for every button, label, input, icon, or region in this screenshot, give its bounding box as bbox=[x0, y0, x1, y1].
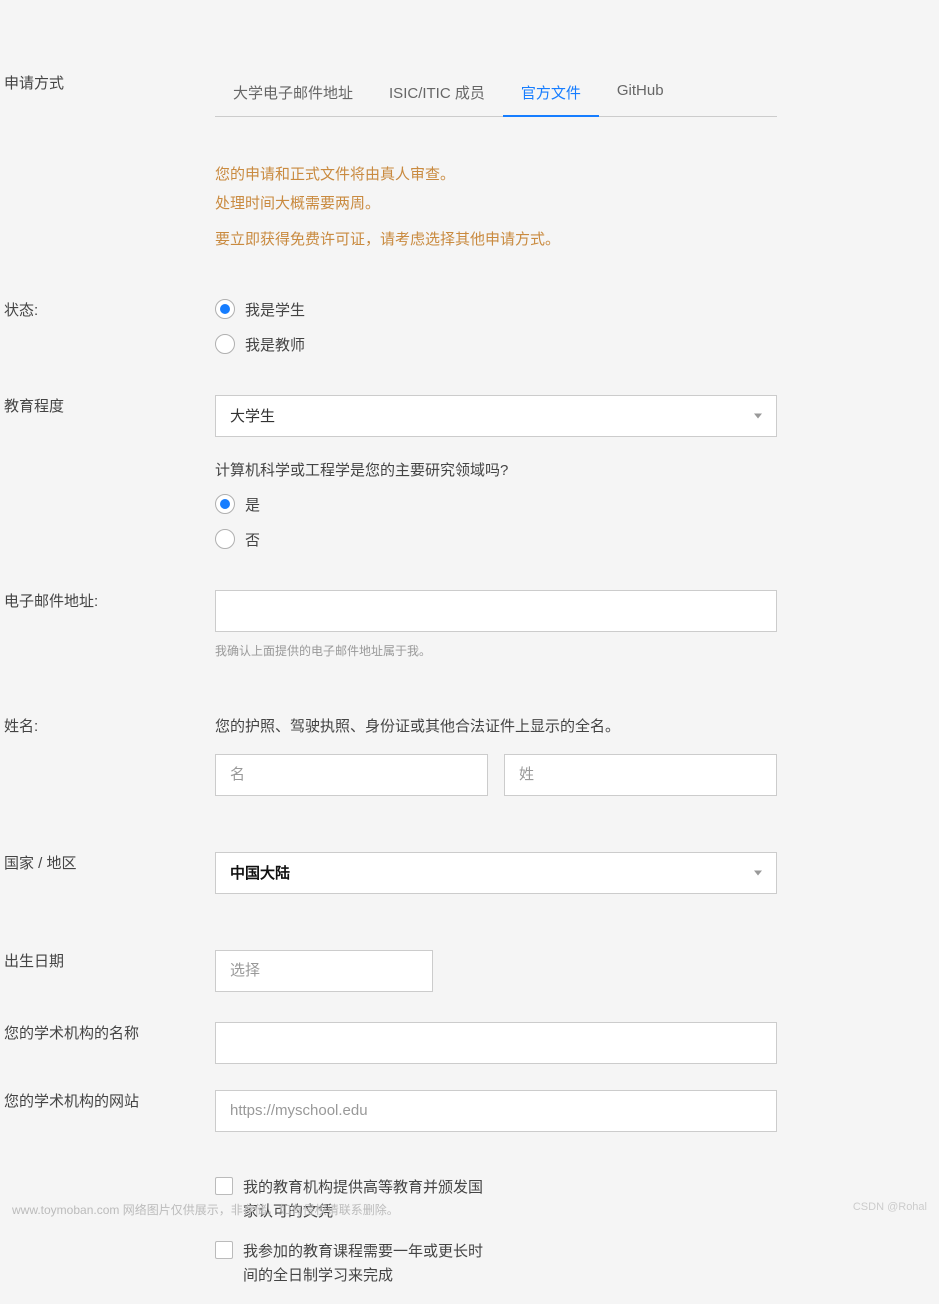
radio-circle-icon bbox=[215, 494, 235, 514]
radio-circle-icon bbox=[215, 529, 235, 549]
chevron-down-icon bbox=[754, 413, 762, 418]
name-label: 姓名: bbox=[0, 715, 215, 736]
review-notice: 您的申请和正式文件将由真人审查。 处理时间大概需要两周。 要立即获得免费许可证，… bbox=[215, 161, 777, 255]
name-hint: 您的护照、驾驶执照、身份证或其他合法证件上显示的全名。 bbox=[215, 715, 777, 736]
status-radio-group: 我是学生 我是教师 bbox=[215, 299, 777, 355]
checkbox-icon bbox=[215, 1241, 233, 1259]
radio-student-label: 我是学生 bbox=[245, 299, 305, 320]
notice-line-1: 您的申请和正式文件将由真人审查。 bbox=[215, 161, 777, 190]
radio-student[interactable]: 我是学生 bbox=[215, 299, 777, 320]
tab-university-email[interactable]: 大学电子邮件地址 bbox=[215, 72, 371, 117]
radio-teacher[interactable]: 我是教师 bbox=[215, 334, 777, 355]
tab-official-document[interactable]: 官方文件 bbox=[503, 72, 599, 117]
application-method-label: 申请方式 bbox=[0, 72, 215, 93]
country-value: 中国大陆 bbox=[230, 862, 290, 883]
institution-website-input[interactable] bbox=[215, 1090, 777, 1132]
first-name-input[interactable] bbox=[215, 754, 488, 796]
country-region-label: 国家 / 地区 bbox=[0, 852, 215, 873]
last-name-input[interactable] bbox=[504, 754, 777, 796]
tab-isic-itic[interactable]: ISIC/ITIC 成员 bbox=[371, 72, 503, 117]
education-level-select[interactable]: 大学生 bbox=[215, 395, 777, 437]
country-select[interactable]: 中国大陆 bbox=[215, 852, 777, 894]
radio-teacher-label: 我是教师 bbox=[245, 334, 305, 355]
notice-line-2: 处理时间大概需要两周。 bbox=[215, 190, 777, 219]
status-label: 状态: bbox=[0, 299, 215, 320]
radio-yes-label: 是 bbox=[245, 494, 260, 515]
education-level-value: 大学生 bbox=[230, 405, 275, 426]
checkbox-icon bbox=[215, 1177, 233, 1195]
radio-circle-icon bbox=[215, 299, 235, 319]
radio-cs-no[interactable]: 否 bbox=[215, 529, 777, 550]
cs-radio-group: 是 否 bbox=[215, 494, 777, 550]
chevron-down-icon bbox=[754, 870, 762, 875]
email-helper-text: 我确认上面提供的电子邮件地址属于我。 bbox=[215, 642, 777, 659]
application-method-tabs: 大学电子邮件地址 ISIC/ITIC 成员 官方文件 GitHub bbox=[215, 72, 777, 117]
education-level-label: 教育程度 bbox=[0, 395, 215, 416]
institution-name-input[interactable] bbox=[215, 1022, 777, 1064]
birth-date-input[interactable] bbox=[215, 950, 433, 992]
checkbox-fulltime-label: 我参加的教育课程需要一年或更长时间的全日制学习来完成 bbox=[243, 1240, 483, 1288]
birth-date-label: 出生日期 bbox=[0, 950, 215, 971]
radio-cs-yes[interactable]: 是 bbox=[215, 494, 777, 515]
email-label: 电子邮件地址: bbox=[0, 590, 215, 611]
tab-github[interactable]: GitHub bbox=[599, 72, 682, 117]
checkbox-fulltime-study[interactable]: 我参加的教育课程需要一年或更长时间的全日制学习来完成 bbox=[215, 1240, 777, 1288]
radio-circle-icon bbox=[215, 334, 235, 354]
notice-line-3: 要立即获得免费许可证，请考虑选择其他申请方式。 bbox=[215, 226, 777, 255]
cs-question-label: 计算机科学或工程学是您的主要研究领域吗? bbox=[215, 459, 777, 480]
institution-website-label: 您的学术机构的网站 bbox=[0, 1090, 215, 1111]
radio-no-label: 否 bbox=[245, 529, 260, 550]
footer-disclaimer: www.toymoban.com 网络图片仅供展示，非存储，如有侵权请联系删除。 bbox=[12, 1201, 399, 1218]
email-input[interactable] bbox=[215, 590, 777, 632]
institution-name-label: 您的学术机构的名称 bbox=[0, 1022, 215, 1043]
footer-watermark: CSDN @Rohal bbox=[853, 1201, 927, 1213]
